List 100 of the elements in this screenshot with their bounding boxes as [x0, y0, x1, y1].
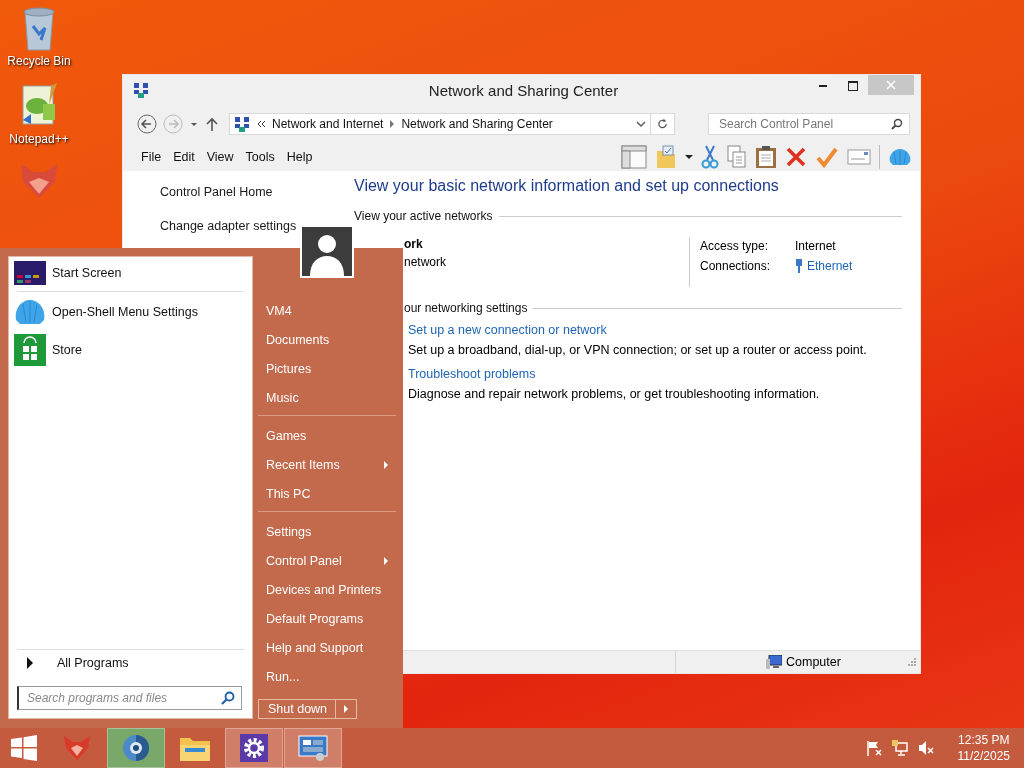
- start-menu-place[interactable]: This PC: [258, 479, 396, 508]
- field-label: Access type:: [700, 239, 770, 253]
- windows-logo-icon: [11, 735, 37, 761]
- seashell-icon: [888, 147, 912, 167]
- start-menu-item[interactable]: Open-Shell Menu Settings: [9, 294, 252, 330]
- delete-x-icon: [785, 146, 807, 168]
- refresh-icon: [657, 118, 668, 130]
- start-menu-place[interactable]: Settings: [258, 517, 396, 546]
- triangle-icon: [344, 705, 348, 713]
- resize-grip-icon: [908, 658, 916, 666]
- up-button[interactable]: [205, 116, 219, 132]
- search-field[interactable]: Search Control Panel: [717, 116, 891, 132]
- start-screen-tile-icon: [14, 261, 46, 285]
- taskbar-button[interactable]: [225, 728, 283, 768]
- section-label: View your active networks: [354, 209, 493, 223]
- start-menu-place[interactable]: Control Panel: [258, 546, 396, 575]
- clock-date: 11/2/2025: [957, 748, 1010, 764]
- control-panel-icon: [298, 734, 328, 762]
- fox-head-icon: [62, 734, 92, 762]
- folder-check-button[interactable]: [655, 145, 677, 169]
- start-menu-item[interactable]: Store: [9, 330, 252, 370]
- menu-item[interactable]: File: [135, 150, 168, 164]
- search-icon: [221, 691, 235, 705]
- minimize-icon: [819, 85, 827, 87]
- clock-time: 12:35 PM: [958, 732, 1010, 748]
- checkmark-button[interactable]: [815, 146, 839, 168]
- up-arrow-icon: [205, 116, 219, 132]
- clipboard-button[interactable]: [755, 145, 777, 169]
- start-menu-place[interactable]: Documents: [258, 325, 396, 354]
- network-icon: [133, 82, 149, 98]
- seashell-icon: [14, 298, 46, 326]
- scissors-icon: [701, 145, 719, 169]
- store-bag-icon: [14, 334, 46, 366]
- window-title: Network and Sharing Center: [427, 81, 620, 99]
- start-menu-place[interactable]: Games: [258, 421, 396, 450]
- start-menu-place[interactable]: Pictures: [258, 354, 396, 383]
- copy-icon: [727, 145, 747, 169]
- layout-pane-button[interactable]: [621, 145, 647, 169]
- copy-button[interactable]: [727, 145, 747, 169]
- field-label: Connections:: [700, 259, 772, 273]
- muted-speaker-icon[interactable]: [917, 740, 934, 756]
- start-menu-place[interactable]: Help and Support: [258, 633, 396, 662]
- start-menu-place[interactable]: Default Programs: [258, 604, 396, 633]
- breadcrumb-arrow-icon: [389, 120, 396, 128]
- breadcrumb[interactable]: Network and Internet: [272, 117, 384, 131]
- task-link[interactable]: Troubleshoot problems: [408, 367, 902, 381]
- menu-item[interactable]: Help: [280, 150, 319, 164]
- triangle-icon: [27, 657, 33, 669]
- start-menu-place[interactable]: Devices and Printers: [258, 575, 396, 604]
- refresh-button[interactable]: [651, 113, 675, 135]
- search-box[interactable]: Search Control Panel: [708, 113, 910, 135]
- start-menu-place[interactable]: Run...: [258, 662, 396, 691]
- close-icon: [886, 80, 896, 90]
- address-bar[interactable]: Network and Internet Network and Sharing Center: [229, 113, 651, 135]
- maximize-icon: [848, 81, 858, 91]
- clock[interactable]: 12:35 PM 11/2/2025: [957, 732, 1010, 764]
- gear-icon: [240, 734, 268, 762]
- task-description: Diagnose and repair network problems, or get troubleshooting information.: [408, 387, 821, 401]
- scissors-button[interactable]: [701, 145, 719, 169]
- page-heading: View your basic network information and set up connections: [354, 177, 780, 195]
- task-description: Set up a broadband, dial-up, or VPN connection; or set up a router or access point.: [408, 343, 868, 357]
- network-icon: [234, 116, 250, 132]
- task-link[interactable]: Set up a new connection or network: [408, 323, 902, 337]
- search-icon: [891, 118, 903, 130]
- start-search-box[interactable]: Search programs and files: [17, 686, 242, 710]
- status-text: Computer: [786, 655, 841, 669]
- checkmark-icon: [815, 146, 839, 168]
- back-button[interactable]: [137, 114, 157, 134]
- clipboard-icon: [755, 145, 777, 169]
- network-type: network: [404, 255, 448, 269]
- menu-item[interactable]: Tools: [239, 150, 281, 164]
- shell-button[interactable]: [888, 147, 912, 167]
- globe-icon: [121, 733, 151, 763]
- ethernet-plug-icon: [795, 259, 803, 273]
- menu-item[interactable]: Edit: [167, 150, 201, 164]
- desktop-icon-label[interactable]: Recycle Bin: [7, 54, 71, 68]
- sidebar-link[interactable]: Change adapter settings: [160, 219, 297, 233]
- flag-icon[interactable]: [865, 740, 882, 756]
- all-programs-item[interactable]: All Programs: [17, 649, 244, 678]
- start-menu-place[interactable]: Recent Items: [258, 450, 396, 479]
- network-monitor-icon[interactable]: [891, 740, 908, 756]
- rename-button[interactable]: [847, 148, 871, 166]
- start-menu-place[interactable]: Music: [258, 383, 396, 412]
- desktop-icon-label[interactable]: Notepad++: [9, 132, 69, 146]
- breadcrumb[interactable]: Network and Sharing Center: [401, 117, 553, 131]
- taskbar-button[interactable]: [107, 728, 165, 768]
- rename-icon: [847, 148, 871, 166]
- chevron-icon: [256, 119, 266, 129]
- caret-button[interactable]: [685, 153, 693, 161]
- connection-link[interactable]: Ethernet: [807, 259, 853, 273]
- network-name: ork: [404, 237, 424, 251]
- start-menu-place[interactable]: VM4: [258, 296, 396, 325]
- dropdown-icon: [636, 120, 646, 128]
- caret-icon: [685, 153, 693, 161]
- start-menu-item[interactable]: Start Screen: [9, 257, 252, 289]
- field-value: Internet: [795, 239, 837, 253]
- menu-item[interactable]: View: [200, 150, 240, 164]
- delete-x-button[interactable]: [785, 146, 807, 168]
- sidebar-link[interactable]: Control Panel Home: [160, 185, 273, 199]
- person-silhouette-icon: [302, 227, 352, 276]
